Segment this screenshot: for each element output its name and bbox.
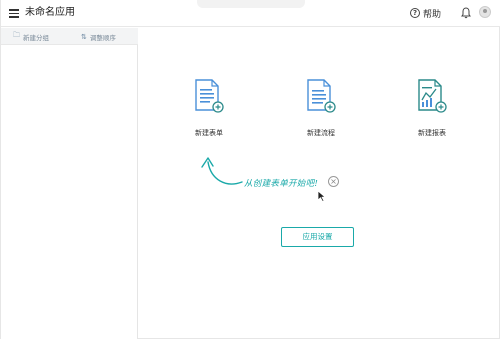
question-circle-icon: ?	[410, 8, 420, 18]
reorder-button[interactable]: ⇅ 调整顺序	[81, 31, 116, 42]
new-group-button[interactable]: 🗀 新建分组	[13, 31, 49, 42]
help-button[interactable]: ? 帮助	[410, 6, 441, 20]
app-title: 未命名应用	[25, 7, 75, 18]
app-settings-button[interactable]: 应用设置	[281, 227, 354, 247]
hint-text: 从创建表单开始吧!	[244, 179, 319, 189]
folder-add-icon: 🗀	[13, 31, 20, 39]
help-label: 帮助	[423, 9, 442, 20]
create-report-label: 新建报表	[418, 129, 446, 137]
new-group-label: 新建分组	[23, 33, 49, 42]
hamburger-menu-icon[interactable]	[9, 8, 19, 18]
sidebar-toolbar: 🗀 新建分组 ⇅ 调整顺序	[1, 28, 138, 45]
main-content: 新建表单 新建流程 新建报表 应用设置	[139, 28, 500, 339]
top-center-tab-shape	[197, 0, 305, 8]
create-flow-label: 新建流程	[307, 129, 335, 137]
sidebar: 🗀 新建分组 ⇅ 调整顺序	[1, 28, 138, 339]
report-chart-add-icon	[418, 79, 447, 113]
create-report-card[interactable]: 新建报表	[392, 78, 472, 153]
app-window: 未命名应用 ? 帮助 🗀 新建分组 ⇅ 调整顺序 新建表单 新建流程 新建报表 …	[0, 0, 500, 339]
top-bar: 未命名应用 ? 帮助	[1, 0, 500, 27]
mouse-cursor-icon	[317, 190, 326, 202]
form-doc-add-icon	[195, 79, 224, 113]
user-avatar[interactable]	[479, 6, 491, 18]
flow-doc-add-icon	[307, 79, 336, 113]
close-icon[interactable]: ×	[328, 176, 339, 187]
create-form-card[interactable]: 新建表单	[169, 78, 249, 153]
create-flow-card[interactable]: 新建流程	[281, 78, 361, 153]
reorder-label: 调整顺序	[89, 33, 116, 42]
sort-arrows-icon: ⇅	[81, 32, 87, 41]
create-form-label: 新建表单	[195, 129, 223, 137]
bell-icon[interactable]	[461, 7, 471, 19]
